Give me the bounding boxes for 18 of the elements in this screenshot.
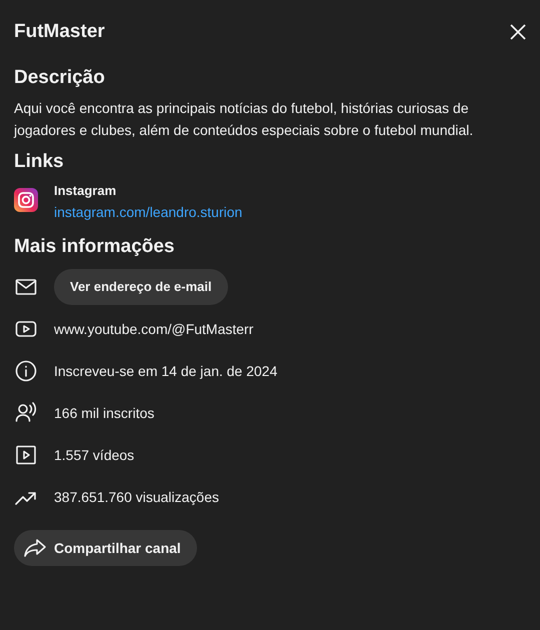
- share-icon: [22, 536, 48, 560]
- video-icon: [14, 443, 38, 467]
- section-heading: Mais informações: [14, 235, 176, 259]
- link-url[interactable]: instagram.com/leandro.sturion: [54, 200, 242, 224]
- section-heading: Links: [14, 150, 65, 174]
- info-text: Inscreveu-se em 14 de jan. de 2024: [54, 362, 278, 381]
- camera-logo-icon: [14, 188, 38, 212]
- description-text: Aqui você encontra as principais notícias do futebol, histórias curiosas de jogadores e clubes, além de conteúdos especiais sobre o futebol mundial.: [14, 99, 474, 140]
- panel-title: FutMaster: [14, 20, 105, 44]
- info-text: www.youtube.com/@FutMasterr: [54, 320, 254, 339]
- info-text: 1.557 vídeos: [54, 446, 134, 464]
- link-title: Instagram: [54, 182, 118, 200]
- share-button[interactable]: Compartilhar canal: [14, 530, 197, 566]
- info-text: 387.651.760 visualizações: [54, 488, 220, 507]
- info-icon: [14, 359, 38, 383]
- email-button[interactable]: Ver endereço de e-mail: [54, 269, 228, 305]
- section-heading: Descrição: [14, 66, 106, 90]
- info-text: 166 mil inscritos: [54, 404, 154, 422]
